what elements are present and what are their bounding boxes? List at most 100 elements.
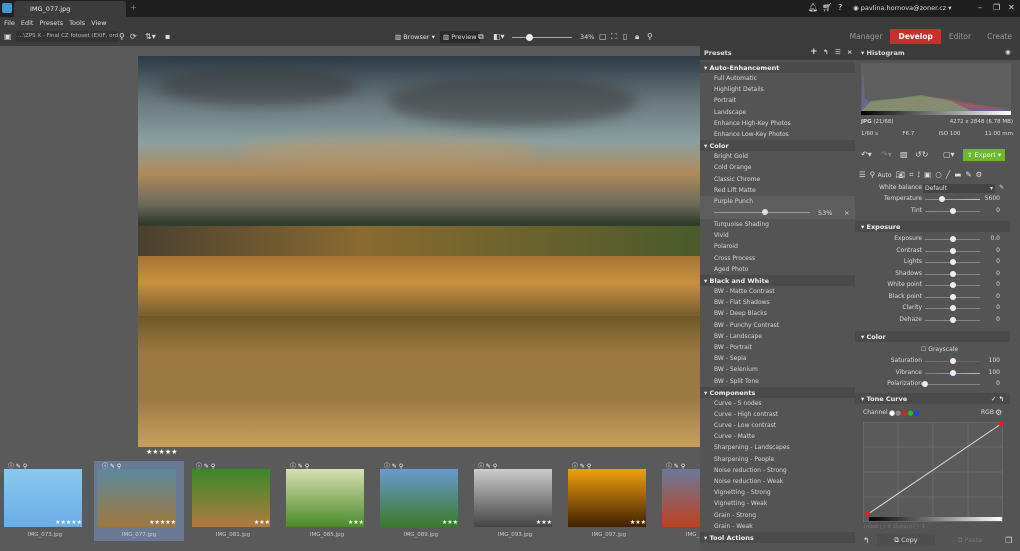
rotate-icon[interactable]: ↺↻ bbox=[915, 150, 928, 159]
slider-knob[interactable] bbox=[950, 248, 956, 254]
preset-item[interactable]: Noise reduction - Strong bbox=[700, 465, 855, 476]
actual-size-icon[interactable]: ▢ bbox=[599, 32, 607, 41]
preset-item[interactable]: BW - Punchy Contrast bbox=[700, 320, 855, 331]
slider-knob[interactable] bbox=[950, 208, 956, 214]
slider-knob[interactable] bbox=[950, 370, 956, 376]
preset-item[interactable]: Aged Photo bbox=[700, 264, 855, 275]
slider-knob[interactable] bbox=[950, 236, 956, 242]
zoom-tool-icon[interactable]: ⚲ bbox=[647, 32, 653, 41]
auto-button[interactable]: ⚲ Auto bbox=[870, 170, 892, 180]
preset-item[interactable]: BW - Landscape bbox=[700, 331, 855, 342]
fit-icon[interactable]: ⛶ bbox=[611, 32, 617, 42]
slider-knob[interactable] bbox=[950, 259, 956, 265]
user-account[interactable]: ◉ pavlina.hornova@zoner.cz ▾ bbox=[853, 4, 952, 12]
minimize-icon[interactable]: – bbox=[978, 3, 982, 12]
histogram-header[interactable]: ▾ Histogram ◉ bbox=[855, 46, 1020, 60]
copy-button[interactable]: ⧉ Copy bbox=[877, 534, 935, 546]
filmstrip-thumbnail[interactable]: ⓘ ✎ ⚲★★★IMG_097.jpg bbox=[564, 461, 654, 541]
tab-manager[interactable]: Manager bbox=[842, 29, 891, 44]
curve-settings-icon[interactable]: ⚙ bbox=[995, 408, 1002, 417]
bell-icon[interactable]: 🔔︎ bbox=[808, 3, 818, 12]
filmstrip-thumbnail[interactable]: ⓘ ✎ ⚲★★★★★IMG_073.jpg bbox=[0, 461, 90, 541]
preset-item[interactable]: Noise reduction - Weak bbox=[700, 476, 855, 487]
search-icon[interactable]: ⚲ bbox=[119, 32, 125, 41]
filmstrip-thumbnail[interactable]: ⓘ ✎ ⚲★★★IMG_089.jpg bbox=[376, 461, 466, 541]
tab-editor[interactable]: Editor bbox=[941, 29, 979, 44]
perspective-icon[interactable]: ⟟ bbox=[917, 170, 920, 180]
tone-curve-graph[interactable] bbox=[863, 422, 1003, 522]
before-after-icon[interactable]: ▨ bbox=[900, 150, 908, 159]
preset-item[interactable]: BW - Selenium bbox=[700, 364, 855, 375]
preview-button[interactable]: ▨ Preview bbox=[440, 31, 480, 43]
tab-develop[interactable]: Develop bbox=[890, 29, 940, 44]
preset-item[interactable]: Curve - Matte bbox=[700, 431, 855, 442]
cart-icon[interactable]: 🛒︎ bbox=[822, 3, 832, 12]
eyedropper-icon[interactable]: ✎ bbox=[999, 184, 1004, 191]
undo-icon[interactable]: ↰ bbox=[823, 48, 828, 56]
preset-item[interactable]: Enhance High-Key Photos bbox=[700, 118, 855, 129]
preset-item[interactable]: Curve - 5 nodes bbox=[700, 398, 855, 409]
preset-item[interactable]: Vivid bbox=[700, 230, 855, 241]
brush-icon[interactable]: ╱ bbox=[946, 170, 951, 180]
menu-edit[interactable]: Edit bbox=[21, 19, 34, 27]
preset-item[interactable]: Sharpening - People bbox=[700, 454, 855, 465]
slider-track[interactable] bbox=[925, 384, 980, 385]
preset-item[interactable]: Enhance Low-Key Photos bbox=[700, 129, 855, 140]
menu-file[interactable]: File bbox=[4, 19, 15, 27]
gradient-icon[interactable]: ▬ bbox=[954, 170, 961, 180]
preset-item[interactable]: Grain - Weak bbox=[700, 521, 855, 532]
preset-item[interactable]: Bright Gold bbox=[700, 151, 855, 162]
external-edit-icon[interactable]: ⧉ bbox=[478, 32, 484, 42]
compare-icon[interactable]: ◧▾ bbox=[493, 32, 505, 41]
zoom-slider[interactable] bbox=[512, 37, 572, 38]
close-panel-icon[interactable]: × bbox=[847, 48, 852, 56]
thumbnail-rating[interactable]: ★★★ bbox=[254, 519, 270, 526]
tab-create[interactable]: Create bbox=[979, 29, 1020, 44]
preset-item[interactable]: Cold Orange bbox=[700, 162, 855, 173]
preset-item[interactable]: BW - Deep Blacks bbox=[700, 308, 855, 319]
preset-item[interactable]: BW - Sepia bbox=[700, 353, 855, 364]
preset-item[interactable]: Landscape bbox=[700, 107, 855, 118]
save-icon[interactable]: ▢▾ bbox=[943, 150, 955, 159]
menu-view[interactable]: View bbox=[91, 19, 106, 27]
folder-up-icon[interactable]: ▣ bbox=[4, 32, 12, 41]
exposure-header[interactable]: ▾ Exposure bbox=[855, 221, 1010, 232]
preset-strength-value[interactable]: 53% bbox=[818, 209, 832, 217]
menu-presets[interactable]: Presets bbox=[39, 19, 63, 27]
slider-knob[interactable] bbox=[762, 209, 768, 215]
preset-item[interactable]: Portrait bbox=[700, 95, 855, 106]
preset-item[interactable]: Red Lift Matte bbox=[700, 185, 855, 196]
preset-item[interactable]: Highlight Details bbox=[700, 84, 855, 95]
path-field[interactable]: ...\ZPS X - Final CZ fotoset (EXIF, ords bbox=[16, 31, 118, 42]
preset-group-header[interactable]: ▾ Color bbox=[700, 140, 855, 151]
slider-knob[interactable] bbox=[950, 305, 956, 311]
preset-item[interactable]: Vignetting - Weak bbox=[700, 498, 855, 509]
settings-gear-icon[interactable]: ⚙ bbox=[976, 170, 983, 180]
lock-icon[interactable]: 🔒︎ bbox=[635, 32, 639, 42]
slider-knob[interactable] bbox=[950, 271, 956, 277]
export-button[interactable]: ⇪ Export ▾ bbox=[963, 149, 1005, 161]
main-photo[interactable] bbox=[138, 56, 700, 447]
grayscale-row[interactable]: ☐ Grayscale bbox=[855, 346, 1010, 357]
thumbnail-rating[interactable]: ★★★ bbox=[442, 519, 458, 526]
add-preset-icon[interactable]: + bbox=[810, 47, 818, 57]
help-icon[interactable]: ? bbox=[838, 3, 842, 12]
preset-item[interactable]: Classic Chrome bbox=[700, 174, 855, 185]
preset-strength-slider[interactable] bbox=[714, 212, 810, 213]
preset-item[interactable]: Sharpening - Landscapes bbox=[700, 442, 855, 453]
channel-blue[interactable]: ● bbox=[913, 409, 919, 417]
preset-item[interactable]: BW - Split Tone bbox=[700, 376, 855, 387]
thumbnail-rating[interactable]: ★★★ bbox=[630, 519, 646, 526]
preset-item[interactable]: Cross Process bbox=[700, 253, 855, 264]
preset-item[interactable]: BW - Flat Shadows bbox=[700, 297, 855, 308]
refresh-icon[interactable]: ⟳ bbox=[130, 32, 137, 41]
preset-item[interactable]: BW - Portrait bbox=[700, 342, 855, 353]
slider-knob[interactable] bbox=[950, 282, 956, 288]
thumbnail-rating[interactable]: ★★★ bbox=[536, 519, 552, 526]
preset-group-header[interactable]: ▾ Black and White bbox=[700, 275, 855, 286]
histogram-settings-icon[interactable]: ◉ bbox=[1005, 48, 1011, 56]
tone-curve-header[interactable]: ▾ Tone Curve✓ ↰ bbox=[855, 393, 1010, 404]
white-balance-select[interactable]: Default▾ bbox=[923, 184, 995, 193]
text-icon[interactable]: ▣ bbox=[924, 170, 931, 180]
menu-tools[interactable]: Tools bbox=[69, 19, 85, 27]
